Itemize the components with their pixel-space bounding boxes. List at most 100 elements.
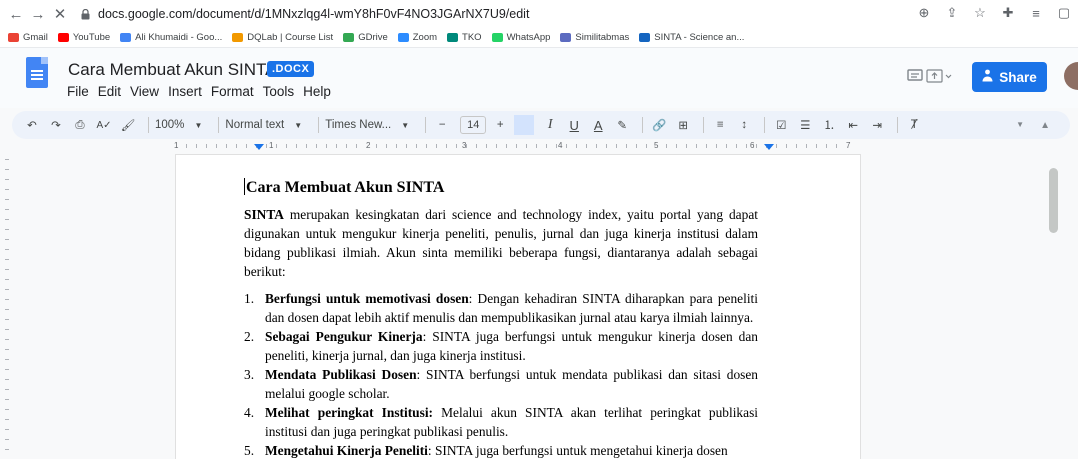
font-size-input[interactable]: 14 <box>460 116 487 134</box>
menu-item-format[interactable]: Format <box>211 84 254 99</box>
bookmark-favicon-icon <box>343 33 355 42</box>
comments-icon[interactable] <box>905 66 925 86</box>
bookmark-item[interactable]: Similitabmas <box>560 32 629 43</box>
ruler-tick <box>5 399 9 400</box>
function-list: 1. Berfungsi untuk memotivasi dosen: Deng… <box>244 289 758 459</box>
extensions-icon[interactable]: ✚ <box>1000 4 1016 22</box>
chevron-down-icon[interactable]: ▼ <box>1016 120 1024 131</box>
ruler-tick <box>206 144 207 148</box>
close-icon[interactable]: ✕ <box>50 4 70 24</box>
chevron-down-icon[interactable]: ▼ <box>395 115 415 135</box>
menu-item-insert[interactable]: Insert <box>168 84 202 99</box>
add-comment-icon[interactable]: ⊞ <box>673 115 693 135</box>
forward-icon[interactable]: → <box>28 4 48 24</box>
highlight-color-icon[interactable]: ✎ <box>612 115 632 135</box>
docs-logo-icon[interactable] <box>26 57 48 88</box>
italic-icon[interactable]: I <box>540 115 560 135</box>
bookmark-label: DQLab | Course List <box>247 32 334 43</box>
vertical-scrollbar[interactable] <box>1049 168 1058 233</box>
clear-formatting-icon[interactable]: Ⱦ <box>904 115 924 135</box>
meet-present-icon[interactable] <box>924 66 954 86</box>
vertical-ruler <box>0 155 14 459</box>
menu-item-edit[interactable]: Edit <box>98 84 121 99</box>
bookmark-item[interactable]: WhatsApp <box>491 32 550 43</box>
menu-item-file[interactable]: File <box>67 84 89 99</box>
underline-icon[interactable]: U <box>564 115 584 135</box>
reading-list-icon[interactable]: ≡ <box>1028 4 1044 22</box>
ruler-number: 5 <box>654 141 659 150</box>
redo-icon[interactable]: ↷ <box>46 115 66 135</box>
list-item: 4. Melihat peringkat Institusi: Melalui a… <box>244 403 758 441</box>
zoom-select[interactable]: 100% <box>155 119 184 131</box>
bookmark-item[interactable]: GDrive <box>343 32 388 43</box>
bookmark-item[interactable]: Gmail <box>8 32 48 43</box>
menu-item-view[interactable]: View <box>130 84 159 99</box>
undo-icon[interactable]: ↶ <box>22 115 42 135</box>
ruler-tick <box>626 144 627 148</box>
intro-text: merupakan kesingkatan dari science and t… <box>244 207 758 279</box>
bookmark-star-icon[interactable]: ☆ <box>972 4 988 22</box>
indent-marker-icon[interactable] <box>764 144 774 150</box>
align-icon[interactable]: ≡ <box>710 115 730 135</box>
checklist-icon[interactable]: ☑ <box>771 115 791 135</box>
paint-format-icon[interactable]: 🖌 <box>118 115 138 135</box>
toolbar-divider <box>425 117 427 133</box>
toolbar-divider <box>897 117 899 133</box>
bookmark-item[interactable]: SINTA - Science an... <box>639 32 744 43</box>
decrease-font-size-icon[interactable]: − <box>432 115 452 135</box>
bookmark-item[interactable]: Ali Khumaidi - Goo... <box>120 32 222 43</box>
zoom-icon[interactable]: ⊕ <box>916 4 932 22</box>
ruler-tick <box>276 144 277 148</box>
list-item: 5. Mengetahui Kinerja Peneliti: SINTA jug… <box>244 441 758 459</box>
text-cursor <box>244 178 245 195</box>
toolbar-divider <box>764 117 766 133</box>
increase-indent-icon[interactable]: ⇥ <box>867 115 887 135</box>
ruler-tick <box>5 239 9 240</box>
side-panel-icon[interactable]: ▢ <box>1056 4 1072 22</box>
bookmark-favicon-icon <box>397 33 409 42</box>
ruler-tick <box>506 144 507 148</box>
ruler-tick <box>376 144 377 148</box>
list-item-title: Mengetahui Kinerja Peneliti <box>265 443 428 458</box>
document-title[interactable]: Cara Membuat Akun SINTA <box>68 60 277 80</box>
ruler-tick <box>446 144 447 148</box>
line-spacing-icon[interactable]: ↕ <box>734 115 754 135</box>
ruler-tick <box>5 359 9 360</box>
ruler-tick <box>326 144 327 148</box>
insert-link-icon[interactable]: 🔗 <box>649 115 669 135</box>
ruler-tick <box>596 144 597 148</box>
ruler-tick <box>226 144 227 148</box>
bookmark-item[interactable]: DQLab | Course List <box>232 32 333 43</box>
font-select[interactable]: Times New... <box>325 119 391 131</box>
ruler-tick <box>826 144 827 148</box>
avatar[interactable] <box>1064 62 1078 90</box>
chevron-down-icon[interactable]: ▼ <box>188 115 208 135</box>
menu-item-help[interactable]: Help <box>303 84 331 99</box>
share-button[interactable]: Share <box>972 62 1047 92</box>
document-page[interactable]: Cara Membuat Akun SINTA SINTA merupakan … <box>176 155 860 459</box>
ruler-number: 4 <box>558 141 563 150</box>
numbered-list-icon[interactable]: ⒈ <box>819 115 839 135</box>
list-item-title: Melihat peringkat Institusi: <box>265 405 434 420</box>
chevron-up-icon[interactable]: ▲ <box>1040 120 1050 131</box>
bookmark-item[interactable]: Zoom <box>397 32 437 43</box>
chevron-down-icon[interactable]: ▼ <box>288 115 308 135</box>
indent-marker-icon[interactable] <box>254 144 264 150</box>
bookmark-item[interactable]: TKO <box>447 32 482 43</box>
ruler-tick <box>606 144 607 148</box>
spellcheck-icon[interactable]: A✓ <box>94 115 114 135</box>
url-field[interactable]: docs.google.com/document/d/1MNxzlqg4l-wm… <box>78 3 968 25</box>
menu-item-tools[interactable]: Tools <box>263 84 295 99</box>
document-body[interactable]: Cara Membuat Akun SINTA SINTA merupakan … <box>244 177 758 459</box>
ruler-tick <box>496 144 497 148</box>
decrease-indent-icon[interactable]: ⇤ <box>843 115 863 135</box>
print-icon[interactable]: ⎙ <box>70 115 90 135</box>
bookmark-item[interactable]: YouTube <box>57 32 110 43</box>
increase-font-size-icon[interactable]: + <box>490 115 510 135</box>
text-color-icon[interactable]: A <box>588 115 608 135</box>
ruler-tick <box>5 409 9 410</box>
paragraph-style-select[interactable]: Normal text <box>225 119 284 131</box>
share-page-icon[interactable]: ⇪ <box>944 4 960 22</box>
back-icon[interactable]: ← <box>6 4 26 24</box>
bulleted-list-icon[interactable]: ☰ <box>795 115 815 135</box>
